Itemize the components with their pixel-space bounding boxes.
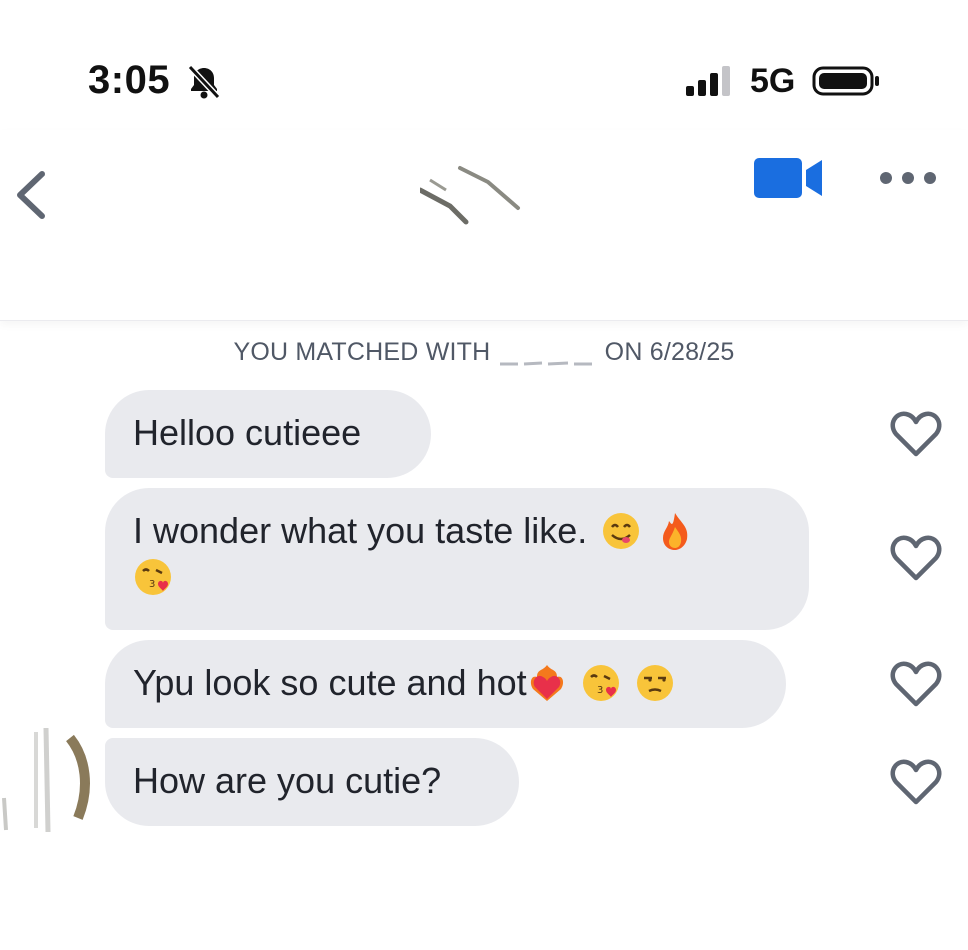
redacted-profile-name[interactable] [420, 150, 530, 240]
match-notice-suffix: ON 6/28/25 [604, 338, 735, 366]
svg-text:3: 3 [149, 579, 155, 590]
message-text: Helloo cutieee [133, 412, 362, 453]
smiling-face-savoring-food-emoji [603, 513, 640, 549]
like-heart-icon[interactable] [890, 534, 942, 582]
heart-on-fire-emoji [530, 665, 563, 701]
like-heart-icon[interactable] [890, 410, 942, 458]
unamused-face-emoji [636, 665, 673, 701]
message-bubble[interactable]: Helloo cutieee [105, 390, 431, 478]
match-notice: YOU MATCHED WITH ON 6/28/25 [0, 338, 968, 367]
face-blowing-kiss-emoji: 3 [135, 559, 171, 595]
chat-header [0, 130, 968, 321]
redacted-match-name [498, 346, 598, 366]
network-label: 5G [750, 62, 796, 100]
message-bubble[interactable]: How are you cutie? [105, 738, 519, 826]
match-notice-prefix: YOU MATCHED WITH [233, 338, 491, 366]
message-text: How are you cutie? [133, 760, 442, 801]
sender-avatar[interactable] [0, 728, 92, 832]
signal-icon [686, 66, 730, 96]
more-options-icon[interactable] [878, 168, 938, 188]
battery-icon [812, 66, 879, 96]
like-heart-icon[interactable] [890, 660, 942, 708]
fire-emoji [663, 513, 688, 550]
message-text: I wonder what you taste like. [133, 510, 588, 551]
video-call-icon[interactable] [752, 156, 824, 200]
bell-slash-icon [187, 64, 221, 100]
message-bubble[interactable]: Ypu look so cute and hot 3 [105, 640, 786, 728]
like-heart-icon[interactable] [890, 758, 942, 806]
message-text: Ypu look so cute and hot [133, 662, 527, 703]
back-chevron-icon[interactable] [12, 168, 52, 222]
status-bar: 3:05 5G [0, 0, 968, 140]
status-time: 3:05 [88, 58, 171, 102]
svg-text:3: 3 [597, 685, 603, 696]
message-bubble[interactable]: I wonder what you taste like. 3 [105, 488, 809, 630]
face-blowing-kiss-emoji: 3 [582, 665, 619, 701]
